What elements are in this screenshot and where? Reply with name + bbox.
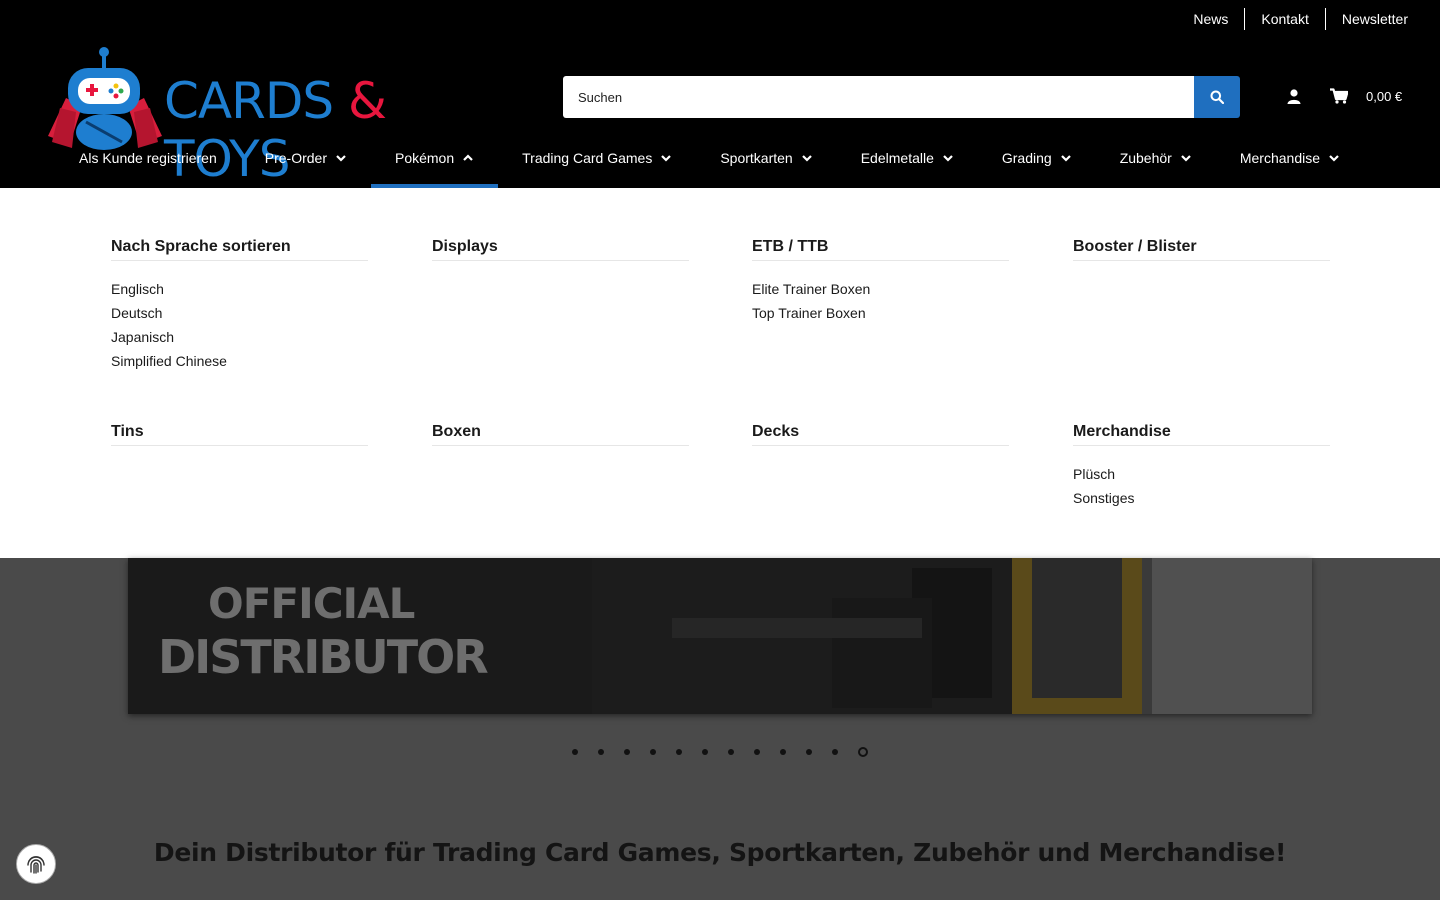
menu-list: Elite Trainer Boxen Top Trainer Boxen [752, 277, 1009, 325]
nav-item-label: Zubehör [1119, 150, 1172, 166]
slider-dot[interactable] [624, 749, 630, 755]
menu-column-title[interactable]: Nach Sprache sortieren [111, 238, 368, 261]
nav-item-label: Grading [1001, 150, 1052, 166]
nav-item-grading[interactable]: Grading [978, 136, 1096, 180]
chevron-down-icon [1060, 155, 1071, 162]
nav-item-sportkarten[interactable]: Sportkarten [696, 136, 836, 180]
nav-item-als-kunde-registrieren[interactable]: Als Kunde registrieren [55, 136, 241, 180]
nav-item-trading-card-games[interactable]: Trading Card Games [498, 136, 696, 180]
chevron-down-icon [801, 155, 812, 162]
slider-dot[interactable] [858, 747, 868, 757]
nav-item-label: Edelmetalle [860, 150, 934, 166]
menu-column: Displays [432, 238, 689, 277]
nav-item-label: Trading Card Games [522, 150, 653, 166]
menu-link[interactable]: Plüsch [1073, 462, 1330, 486]
menu-column: Booster / Blister [1073, 238, 1330, 277]
nav-item-label: Pokémon [394, 150, 455, 166]
cart-total: 0,00 € [1366, 88, 1403, 104]
chevron-up-icon [463, 154, 473, 161]
chevron-down-icon [1329, 155, 1339, 162]
menu-column-title[interactable]: Boxen [432, 423, 689, 446]
menu-column-title[interactable]: Tins [111, 423, 368, 446]
hero-line-2: DISTRIBUTOR [158, 630, 489, 684]
slider-dot[interactable] [754, 749, 760, 755]
hero-banner[interactable]: OFFICIAL DISTRIBUTOR [128, 558, 1312, 714]
slider-dot[interactable] [780, 749, 786, 755]
search-button[interactable] [1194, 76, 1240, 118]
chevron-down-icon [661, 155, 672, 162]
menu-list: Englisch Deutsch Japanisch Simplified Chine… [111, 277, 368, 373]
menu-link[interactable]: Englisch [111, 277, 368, 301]
menu-column-title[interactable]: Displays [432, 238, 689, 261]
logo-word-cards: CARDS [164, 72, 334, 130]
slider-dot[interactable] [832, 749, 838, 755]
chevron-down-icon [943, 155, 953, 162]
hero-product-image [592, 558, 1312, 714]
nav-item-pok-mon[interactable]: Pokémon [370, 136, 499, 188]
menu-link[interactable]: Top Trainer Boxen [752, 301, 1009, 325]
menu-column: Decks [752, 423, 1009, 462]
slider-dot[interactable] [650, 749, 656, 755]
news-link[interactable]: News [1177, 8, 1244, 30]
slider-dots [572, 747, 868, 757]
contact-link[interactable]: Kontakt [1244, 8, 1324, 30]
slider-dot[interactable] [572, 749, 578, 755]
menu-column-title[interactable]: ETB / TTB [752, 238, 1009, 261]
menu-column: Nach Sprache sortieren Englisch Deutsch Jap… [111, 238, 368, 373]
menu-list: Plüsch Sonstiges [1073, 462, 1330, 510]
nav-item-label: Als Kunde registrieren [79, 150, 217, 166]
search-icon [1210, 90, 1224, 104]
nav-item-label: Sportkarten [720, 150, 793, 166]
nav-item-zubeh-r[interactable]: Zubehör [1096, 136, 1216, 180]
fingerprint-icon [27, 856, 45, 874]
slider-dot[interactable] [702, 749, 708, 755]
menu-link[interactable]: Japanisch [111, 325, 368, 349]
main-nav: Als Kunde registrieren Pre-Order Pokémon Tr… [55, 136, 1364, 188]
nav-item-pre-order[interactable]: Pre-Order [241, 136, 371, 180]
nav-item-edelmetalle[interactable]: Edelmetalle [837, 136, 978, 180]
menu-column-title[interactable]: Booster / Blister [1073, 238, 1330, 261]
slider-dot[interactable] [806, 749, 812, 755]
chevron-down-icon [336, 155, 346, 162]
menu-column: ETB / TTB Elite Trainer Boxen Top Trainer … [752, 238, 1009, 325]
slider-dot[interactable] [728, 749, 734, 755]
search-input[interactable] [563, 76, 1194, 118]
nav-item-merchandise[interactable]: Merchandise [1216, 136, 1364, 180]
top-bar: News Kontakt Newsletter [1177, 8, 1408, 30]
hero-line-1: OFFICIAL [208, 579, 415, 628]
cart-button[interactable]: 0,00 € [1330, 86, 1402, 106]
menu-link[interactable]: Elite Trainer Boxen [752, 277, 1009, 301]
menu-column: Merchandise Plüsch Sonstiges [1073, 423, 1330, 510]
newsletter-link[interactable]: Newsletter [1324, 8, 1408, 30]
nav-item-label: Merchandise [1239, 150, 1320, 166]
menu-link[interactable]: Deutsch [111, 301, 368, 325]
pokemon-mega-menu: Nach Sprache sortieren Englisch Deutsch Jap… [0, 188, 1440, 558]
menu-column-title[interactable]: Decks [752, 423, 1009, 446]
privacy-settings-button[interactable] [16, 844, 56, 884]
site-header: News Kontakt Newsletter CARDS & TOYS Suc… [0, 0, 1440, 188]
hero-headline: OFFICIAL DISTRIBUTOR [158, 578, 489, 684]
user-icon [1287, 88, 1301, 104]
menu-column: Boxen [432, 423, 689, 462]
menu-link[interactable]: Simplified Chinese [111, 349, 368, 373]
slider-dot[interactable] [676, 749, 682, 755]
account-button[interactable] [1284, 86, 1304, 106]
cart-icon [1330, 88, 1348, 104]
menu-column-title[interactable]: Merchandise [1073, 423, 1330, 446]
nav-item-label: Pre-Order [264, 150, 327, 166]
page-tagline: Dein Distributor für Trading Card Games,… [153, 838, 1287, 867]
menu-link[interactable]: Sonstiges [1073, 486, 1330, 510]
slider-dot[interactable] [598, 749, 604, 755]
chevron-down-icon [1181, 155, 1191, 162]
menu-column: Tins [111, 423, 368, 462]
logo-ampersand: & [348, 72, 387, 130]
search-bar [563, 76, 1240, 118]
